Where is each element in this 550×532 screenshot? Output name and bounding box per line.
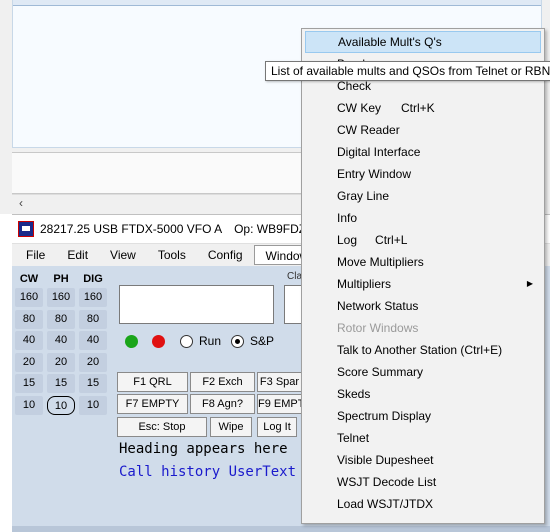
menu-item-skeds[interactable]: Skeds xyxy=(305,383,541,405)
band-button-dig-160[interactable]: 160 xyxy=(79,288,107,307)
band-button-ph-20[interactable]: 20 xyxy=(47,352,75,372)
shortcut-ctrl-k: Ctrl+K xyxy=(401,101,435,115)
f2-button[interactable]: F2 Exch xyxy=(190,372,255,392)
green-status-icon xyxy=(125,335,138,348)
esc-stop-button[interactable]: Esc: Stop xyxy=(117,417,207,437)
menu-tools[interactable]: Tools xyxy=(147,245,197,265)
band-header-cw: CW xyxy=(19,273,39,285)
tooltip: List of available mults and QSOs from Te… xyxy=(265,61,550,81)
menu-edit[interactable]: Edit xyxy=(56,245,99,265)
menu-item-score-summary[interactable]: Score Summary xyxy=(305,361,541,383)
band-button-dig-15[interactable]: 15 xyxy=(79,374,107,393)
band-button-cw-40[interactable]: 40 xyxy=(15,331,43,350)
f9-button[interactable]: F9 EMPT xyxy=(257,394,302,414)
band-button-ph-40[interactable]: 40 xyxy=(47,331,75,350)
menu-item-digital-interface[interactable]: Digital Interface xyxy=(305,141,541,163)
menu-item-entry-window[interactable]: Entry Window xyxy=(305,163,541,185)
menu-item-cw-reader[interactable]: CW Reader xyxy=(305,119,541,141)
menu-item-wsjt-decode-list[interactable]: WSJT Decode List xyxy=(305,471,541,493)
band-button-dig-10[interactable]: 10 xyxy=(79,395,107,415)
menu-item-log[interactable]: Log Ctrl+L xyxy=(305,229,541,251)
band-column-dig: DIG 160 80 40 20 15 10 xyxy=(79,270,107,417)
run-label: Run xyxy=(199,334,222,348)
band-button-dig-40[interactable]: 40 xyxy=(79,331,107,350)
menu-item-move-multipliers[interactable]: Move Multipliers xyxy=(305,251,541,273)
menu-item-cw-key[interactable]: CW Key Ctrl+K xyxy=(305,97,541,119)
menu-item-load-wsjt-jtdx[interactable]: Load WSJT/JTDX xyxy=(305,493,541,515)
band-button-cw-80[interactable]: 80 xyxy=(15,309,43,329)
log-it-button[interactable]: Log It xyxy=(257,417,297,437)
menu-item-visible-dupesheet[interactable]: Visible Dupesheet xyxy=(305,449,541,471)
band-button-dig-80[interactable]: 80 xyxy=(79,309,107,329)
rig-status: 28217.25 USB FTDX-5000 VFO A xyxy=(40,222,223,236)
band-button-cw-15[interactable]: 15 xyxy=(15,374,43,393)
band-button-ph-160[interactable]: 160 xyxy=(47,288,75,307)
band-button-cw-160[interactable]: 160 xyxy=(15,288,43,307)
shortcut-ctrl-l: Ctrl+L xyxy=(375,233,408,247)
callsign-input[interactable] xyxy=(119,285,274,324)
status-strip xyxy=(12,526,550,532)
call-history-text: Call history UserText xyxy=(119,464,297,480)
band-column-ph: PH 160 80 40 20 15 10 xyxy=(47,270,75,417)
wipe-button[interactable]: Wipe xyxy=(210,417,252,437)
band-column-cw: CW 160 80 40 20 15 10 xyxy=(15,270,43,417)
red-status-icon xyxy=(152,335,165,348)
band-button-dig-20[interactable]: 20 xyxy=(79,352,107,372)
window-menu-dropdown: Available Mult's Q's Bandmap Check CW Ke… xyxy=(301,28,545,524)
sp-radio[interactable] xyxy=(231,335,244,348)
menu-item-multipliers[interactable]: Multipliers ▶ xyxy=(305,273,541,295)
f7-button[interactable]: F7 EMPTY xyxy=(117,394,188,414)
menu-item-rotor-windows: Rotor Windows xyxy=(337,321,419,335)
f1-button[interactable]: F1 QRL xyxy=(117,372,188,392)
menu-item-available-mults[interactable]: Available Mult's Q's xyxy=(305,31,541,53)
band-header-ph: PH xyxy=(53,273,69,285)
band-button-ph-15[interactable]: 15 xyxy=(47,374,75,393)
band-button-cw-10[interactable]: 10 xyxy=(15,395,43,415)
menu-item-telnet[interactable]: Telnet xyxy=(305,427,541,449)
band-button-cw-20[interactable]: 20 xyxy=(15,352,43,372)
band-button-ph-10-selected[interactable]: 10 xyxy=(47,395,75,415)
scroll-left-icon[interactable]: ‹ xyxy=(14,195,28,212)
menu-view[interactable]: View xyxy=(99,245,147,265)
f8-button[interactable]: F8 Agn? xyxy=(190,394,255,414)
f3-button[interactable]: F3 Spar xyxy=(257,372,302,392)
menu-config[interactable]: Config xyxy=(197,245,254,265)
band-button-ph-80[interactable]: 80 xyxy=(47,309,75,329)
menu-item-info[interactable]: Info xyxy=(305,207,541,229)
menu-item-network-status[interactable]: Network Status xyxy=(305,295,541,317)
operator: Op: WB9FDZ xyxy=(234,222,307,236)
menu-item-talk-to-station[interactable]: Talk to Another Station (Ctrl+E) xyxy=(305,339,541,361)
menu-file[interactable]: File xyxy=(15,245,56,265)
class-label: Cla xyxy=(287,271,303,282)
menu-item-spectrum-display[interactable]: Spectrum Display xyxy=(305,405,541,427)
band-header-dig: DIG xyxy=(83,273,103,285)
heading-text: Heading appears here xyxy=(119,441,288,457)
menu-item-gray-line[interactable]: Gray Line xyxy=(305,185,541,207)
sp-label: S&P xyxy=(250,334,275,348)
submenu-arrow-icon: ▶ xyxy=(526,279,533,288)
run-radio[interactable] xyxy=(180,335,193,348)
n1mm-logo-icon xyxy=(18,221,34,237)
